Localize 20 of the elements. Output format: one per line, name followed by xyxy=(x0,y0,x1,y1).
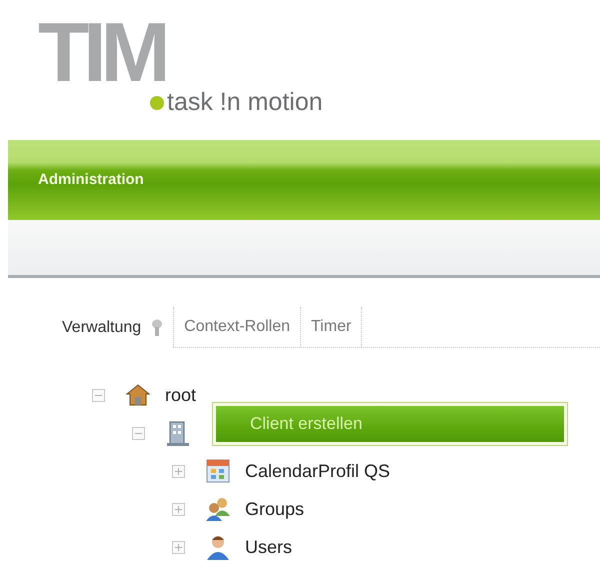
tree-item-label[interactable]: Users xyxy=(245,534,292,560)
tree-item-label[interactable]: Groups xyxy=(245,496,304,522)
logo-letters: TIM xyxy=(38,20,165,82)
expand-toggle[interactable] xyxy=(172,540,185,554)
expand-toggle[interactable] xyxy=(172,502,185,516)
dot-icon xyxy=(150,96,164,110)
tab[interactable]: Context-Rollen xyxy=(173,307,300,347)
collapse-toggle[interactable] xyxy=(132,426,145,440)
calendar-icon xyxy=(206,459,230,483)
group-icon xyxy=(205,496,231,522)
collapse-toggle[interactable] xyxy=(92,388,105,402)
house-icon xyxy=(126,384,150,406)
expand-toggle[interactable] xyxy=(172,464,185,478)
building-icon xyxy=(167,420,189,446)
tree-item-label[interactable]: root xyxy=(165,382,196,408)
tree-item-label[interactable]: CalendarProfil QS xyxy=(245,458,390,484)
user-icon xyxy=(206,534,230,560)
tab[interactable]: Timer xyxy=(300,307,362,347)
logo-tagline: task !n motion xyxy=(167,87,323,118)
header-title: Administration xyxy=(38,170,144,190)
